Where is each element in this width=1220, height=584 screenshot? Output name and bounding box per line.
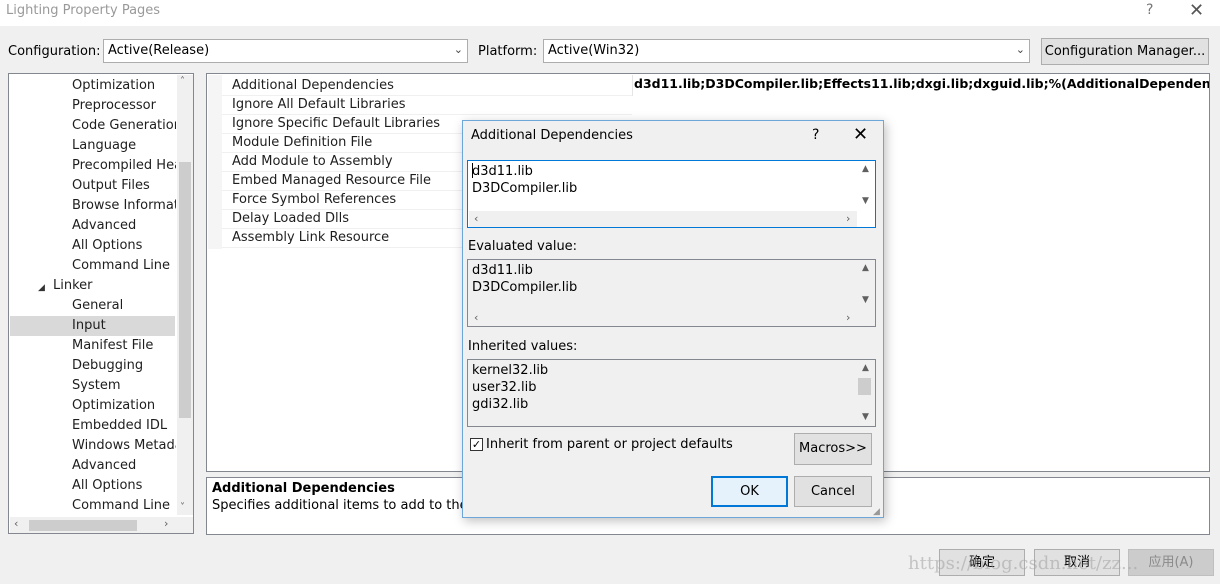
scroll-right-icon[interactable]: › (164, 517, 168, 530)
configuration-manager-button[interactable]: Configuration Manager... (1041, 38, 1209, 65)
platform-label: Platform: (478, 44, 538, 59)
window-title: Lighting Property Pages (6, 3, 161, 18)
resize-grip-icon[interactable]: ◢ (873, 507, 880, 517)
tree-hscroll-thumb[interactable] (29, 520, 137, 531)
inherit-checkbox[interactable]: ✓ (470, 438, 483, 451)
scroll-left-icon[interactable]: ‹ (14, 517, 18, 530)
scroll-up-icon[interactable]: ▲ (862, 363, 869, 373)
text-caret (472, 163, 473, 178)
close-icon[interactable]: ✕ (1189, 0, 1204, 21)
tree-item[interactable]: General (72, 296, 176, 316)
description-text: Specifies additional items to add to the… (212, 498, 495, 513)
edit-line: D3DCompiler.lib (472, 181, 578, 196)
chevron-down-icon: ⌄ (1015, 43, 1025, 56)
scroll-right-icon[interactable]: › (846, 212, 850, 225)
property-name[interactable]: Delay Loaded Dlls (232, 209, 349, 228)
tree-item[interactable]: Embedded IDL (72, 416, 176, 436)
scroll-up-icon[interactable]: ▲ (862, 164, 869, 174)
inherited-values-box[interactable]: kernel32.lib user32.lib gdi32.lib ▲ ▼ (467, 359, 876, 427)
inherited-line: user32.lib (472, 380, 537, 395)
help-icon[interactable]: ? (1146, 2, 1153, 18)
tree-item[interactable]: Precompiled Heac (72, 156, 176, 176)
configuration-label: Configuration: (8, 44, 101, 59)
inherited-label: Inherited values: (468, 339, 578, 354)
tree-item[interactable]: Debugging (72, 356, 176, 376)
tree-item[interactable]: Optimization (72, 76, 176, 96)
tree-item[interactable]: Browse Informatic (72, 196, 176, 216)
tree-item[interactable]: Linker (53, 276, 157, 296)
scroll-right-icon[interactable]: › (846, 311, 850, 324)
dialog-title: Additional Dependencies (471, 128, 633, 143)
tree-item[interactable]: Language (72, 136, 176, 156)
tree-item[interactable]: System (72, 376, 176, 396)
inherited-line: kernel32.lib (472, 363, 549, 378)
tree-item[interactable]: All Options (72, 476, 176, 496)
evaluated-line: d3d11.lib (472, 263, 533, 278)
inherit-checkbox-label[interactable]: Inherit from parent or project defaults (486, 437, 733, 452)
apply-button[interactable]: 应用(A) (1128, 549, 1214, 576)
inherited-scroll-thumb[interactable] (858, 378, 871, 395)
property-name[interactable]: Embed Managed Resource File (232, 171, 431, 190)
grid-gutter (208, 75, 222, 249)
help-icon[interactable]: ? (812, 127, 819, 143)
tree-item[interactable]: Command Line (72, 496, 176, 516)
description-title: Additional Dependencies (212, 481, 395, 496)
dialog-ok-button[interactable]: OK (711, 476, 788, 507)
property-name[interactable]: Ignore Specific Default Libraries (232, 114, 440, 133)
scroll-left-icon[interactable]: ‹ (474, 212, 478, 225)
expander-icon[interactable]: ◢ (38, 283, 45, 293)
tree-item[interactable]: Command Line (72, 256, 176, 276)
dependencies-edit-box[interactable]: d3d11.lib D3DCompiler.lib ▲ ▼ ‹ › (467, 160, 876, 228)
tree-item[interactable]: Code Generation (72, 116, 176, 136)
additional-dependencies-dialog: Additional Dependencies ? ✕ d3d11.lib D3… (462, 120, 884, 518)
tree-item[interactable]: Input (10, 316, 175, 336)
tree-item[interactable]: Manifest File (72, 336, 176, 356)
edit-horizontal-scrollbar[interactable] (469, 211, 857, 227)
edit-line: d3d11.lib (472, 164, 533, 179)
tree-item[interactable]: All Options (72, 236, 176, 256)
tree-scroll-thumb[interactable] (179, 162, 191, 418)
configuration-value: Active(Release) (108, 43, 210, 58)
scroll-down-icon[interactable]: ▼ (862, 412, 869, 422)
property-name[interactable]: Ignore All Default Libraries (232, 95, 406, 114)
watermark: https://blog.csdn.net/zz... (908, 553, 1139, 574)
property-name[interactable]: Assembly Link Resource (232, 228, 389, 247)
title-bar: Lighting Property Pages ? ✕ (0, 0, 1220, 26)
scroll-down-icon[interactable]: ▼ (862, 196, 869, 206)
platform-select[interactable]: Active(Win32) ⌄ (543, 39, 1030, 63)
chevron-down-icon: ⌄ (453, 43, 463, 56)
close-icon[interactable]: ✕ (853, 124, 868, 145)
scroll-left-icon[interactable]: ‹ (474, 311, 478, 324)
property-name[interactable]: Force Symbol References (232, 190, 396, 209)
tree-item[interactable]: Output Files (72, 176, 176, 196)
tree-item[interactable]: Advanced (72, 456, 176, 476)
evaluated-value-box[interactable]: d3d11.lib D3DCompiler.lib ▲ ▼ ‹ › (467, 259, 876, 327)
evaluated-line: D3DCompiler.lib (472, 280, 578, 295)
property-tree[interactable]: Optimization Preprocessor Code Generation L… (8, 73, 194, 534)
inherited-line: gdi32.lib (472, 397, 529, 412)
scroll-down-icon[interactable]: ˅ (180, 502, 185, 513)
scroll-down-icon[interactable]: ▼ (862, 295, 869, 305)
scroll-up-icon[interactable]: ˄ (180, 76, 185, 87)
additional-dependencies-value[interactable]: d3d11.lib;D3DCompiler.lib;Effects11.lib;… (634, 76, 1209, 91)
tree-item[interactable]: Preprocessor (72, 96, 176, 116)
scroll-up-icon[interactable]: ▲ (862, 263, 869, 273)
property-name[interactable]: Module Definition File (232, 133, 372, 152)
tree-item[interactable]: Windows Metada (72, 436, 176, 456)
configuration-select[interactable]: Active(Release) ⌄ (103, 39, 468, 63)
property-name[interactable]: Additional Dependencies (232, 76, 394, 95)
column-splitter[interactable] (632, 75, 633, 96)
property-name[interactable]: Add Module to Assembly (232, 152, 393, 171)
macros-button[interactable]: Macros>> (794, 433, 872, 465)
platform-value: Active(Win32) (548, 43, 640, 58)
dialog-cancel-button[interactable]: Cancel (794, 476, 872, 507)
tree-item[interactable]: Optimization (72, 396, 176, 416)
evaluated-label: Evaluated value: (468, 239, 578, 254)
tree-item[interactable]: Advanced (72, 216, 176, 236)
